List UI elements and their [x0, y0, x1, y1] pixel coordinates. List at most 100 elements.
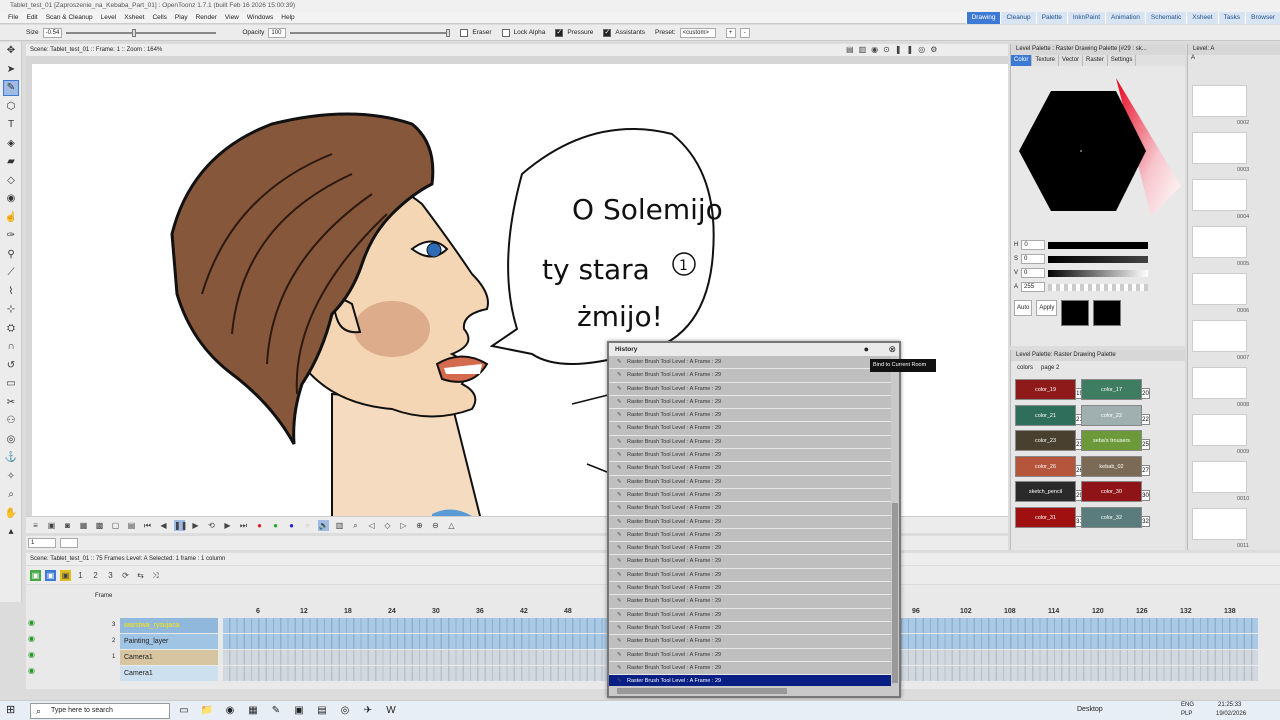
h-field[interactable]: 0	[1021, 240, 1046, 250]
eye-icon[interactable]: ◎	[918, 45, 930, 54]
layer-visibility-icon[interactable]: ◉	[28, 634, 35, 643]
size-slider[interactable]	[66, 28, 217, 37]
windows-start-icon[interactable]: ⊞	[6, 703, 15, 716]
magnet-tool-icon[interactable]: ∩	[4, 340, 18, 354]
pump-tool-icon[interactable]: ⛭	[4, 322, 18, 336]
settings-icon[interactable]: ⚙	[930, 45, 942, 54]
a-slider[interactable]	[1048, 283, 1149, 291]
app-icon-1[interactable]: ✎	[267, 703, 285, 719]
tab-vector[interactable]: Vector	[1059, 55, 1084, 66]
task-view-icon[interactable]: ▭	[175, 703, 193, 719]
lang-1[interactable]: ENG	[1181, 702, 1194, 708]
rgb-picker-icon[interactable]: ⚲	[4, 248, 18, 262]
color-wheel[interactable]	[1011, 66, 1185, 236]
room-tab-cleanup[interactable]: Cleanup	[1000, 12, 1036, 24]
palette-tab-colors[interactable]: colors	[1017, 365, 1033, 371]
layer-name[interactable]: Painting_layer	[120, 634, 218, 649]
menu-view[interactable]: View	[221, 12, 243, 24]
new-toonz-raster-icon[interactable]: ▣	[45, 569, 56, 581]
reverse-icon[interactable]: ⇆	[135, 570, 146, 581]
sub-camera-icon[interactable]: ⊙	[883, 45, 895, 54]
v-field[interactable]: 0	[1021, 268, 1046, 278]
palette-chip[interactable]: color_32 32	[1081, 506, 1150, 528]
pause-button-icon[interactable]: ❚❚	[174, 519, 187, 531]
swing-icon[interactable]: ⤨	[150, 570, 161, 581]
opentoonz-icon[interactable]: ◎	[336, 703, 354, 719]
palette-chip[interactable]: color_26 26	[1015, 455, 1084, 477]
room-tab-browser[interactable]: Browser	[1245, 12, 1280, 24]
frame-slider-handle[interactable]	[60, 538, 78, 548]
finger-tool-icon[interactable]: ☝	[4, 211, 18, 225]
history-row[interactable]: ✎ Raster Brush Tool Level : A Frame : 29	[609, 529, 891, 543]
menu-scan-cleanup[interactable]: Scan & Cleanup	[42, 12, 97, 24]
level-frame-thumb[interactable]: 0007	[1192, 320, 1249, 361]
selection-tool-icon[interactable]: ➤	[4, 63, 18, 77]
green-channel-icon[interactable]: ●	[270, 520, 281, 531]
history-row[interactable]: ✎ Raster Brush Tool Level : A Frame : 29	[609, 436, 891, 450]
menu-cells[interactable]: Cells	[148, 12, 170, 24]
tab-texture[interactable]: Texture	[1032, 55, 1060, 66]
desktop-label[interactable]: Desktop	[1077, 706, 1103, 713]
history-row[interactable]: ✎ Raster Brush Tool Level : A Frame : 29	[609, 595, 891, 609]
clock-time[interactable]: 21:25:33	[1218, 702, 1241, 708]
history-h-scrollbar[interactable]	[617, 688, 787, 694]
menu-help[interactable]: Help	[277, 12, 298, 24]
history-row[interactable]: ✎ Raster Brush Tool Level : A Frame : 29	[609, 635, 891, 649]
menu-edit[interactable]: Edit	[22, 12, 41, 24]
lang-2[interactable]: PLP	[1181, 711, 1192, 717]
assistants-checkbox[interactable]	[603, 28, 612, 37]
tape-tool-icon[interactable]: ◉	[4, 192, 18, 206]
palette-chip[interactable]: kebab_02 27	[1081, 455, 1150, 477]
palette-chip[interactable]: seba's trousers 25	[1081, 430, 1150, 451]
save-icon[interactable]: ▣	[46, 520, 57, 531]
level-frame-thumb[interactable]: 0004	[1192, 179, 1249, 220]
first-frame-icon[interactable]: ⏮	[142, 520, 153, 531]
history-scrollbar[interactable]	[892, 503, 898, 683]
history-row[interactable]: ✎ Raster Brush Tool Level : A Frame : 29	[609, 462, 891, 476]
layer-visibility-icon[interactable]: ◉	[28, 618, 35, 627]
apply-button[interactable]: Apply	[1036, 300, 1058, 316]
level-frame-thumb[interactable]: 0009	[1192, 414, 1249, 455]
history-row[interactable]: ✎ Raster Brush Tool Level : A Frame : 29	[609, 649, 891, 662]
control-point-editor-icon[interactable]: ⌇	[4, 285, 18, 299]
palette-chip[interactable]: color_19 19	[1015, 379, 1084, 400]
palette-chip[interactable]: color_17 20	[1081, 379, 1150, 400]
history-row[interactable]: ✎ Raster Brush Tool Level : A Frame : 29	[609, 675, 891, 686]
new-raster-level-icon[interactable]: ▣	[60, 569, 71, 581]
alpha-channel-icon[interactable]: ○	[302, 520, 313, 531]
history-row[interactable]: ✎ Raster Brush Tool Level : A Frame : 29	[609, 422, 891, 436]
room-tab-xsheet[interactable]: Xsheet	[1186, 12, 1218, 24]
prev-key-icon[interactable]: ◁	[366, 520, 377, 531]
history-row[interactable]: ✎ Raster Brush Tool Level : A Frame : 29	[609, 516, 891, 529]
level-frame-thumb[interactable]: 0005	[1192, 226, 1249, 267]
next-key-icon[interactable]: ▷	[398, 520, 409, 531]
room-tab-drawing[interactable]: Drawing	[965, 12, 1001, 24]
pressure-checkbox[interactable]	[555, 28, 564, 37]
opacity-slider[interactable]	[290, 28, 451, 37]
app-icon-4[interactable]: ✈	[359, 703, 377, 719]
red-channel-icon[interactable]: ●	[254, 520, 265, 531]
table-view-icon[interactable]: ▤	[846, 45, 859, 54]
history-row[interactable]: ✎ Raster Brush Tool Level : A Frame : 29	[609, 582, 891, 596]
field-guide-icon[interactable]: ▤	[126, 520, 137, 531]
zoom-icon[interactable]: ⌕	[350, 520, 361, 531]
ruler-tool-icon[interactable]: ⟋	[4, 266, 18, 280]
history-row[interactable]: ✎ Raster Brush Tool Level : A Frame : 29	[609, 662, 891, 676]
history-row[interactable]: ✎ Raster Brush Tool Level : A Frame : 29	[609, 356, 891, 370]
sound-icon[interactable]: 🔊	[318, 519, 329, 531]
geometric-tool-icon[interactable]: ⬡	[4, 100, 18, 114]
level-frame-thumb[interactable]: 0003	[1192, 132, 1249, 173]
palette-tab-page-2[interactable]: page 2	[1041, 365, 1059, 371]
layer-name[interactable]: Camera1	[120, 650, 218, 665]
level-frame-thumb[interactable]: 0010	[1192, 461, 1249, 502]
safe-area-icon[interactable]: ▢	[110, 520, 121, 531]
menu-xsheet[interactable]: Xsheet	[120, 12, 148, 24]
layer-name[interactable]: warstwa_rysujaca	[120, 618, 218, 633]
s-field[interactable]: 0	[1021, 254, 1046, 264]
bg-checker-icon[interactable]: ▩	[94, 520, 105, 531]
palette-chip[interactable]: color_21 21	[1015, 404, 1084, 426]
animate-tool-icon[interactable]: ✥	[4, 44, 18, 58]
key-icon[interactable]: ◇	[382, 520, 393, 531]
next-frame-icon[interactable]: ▶	[222, 520, 233, 531]
pinch-tool-icon[interactable]: ⊹	[4, 303, 18, 317]
